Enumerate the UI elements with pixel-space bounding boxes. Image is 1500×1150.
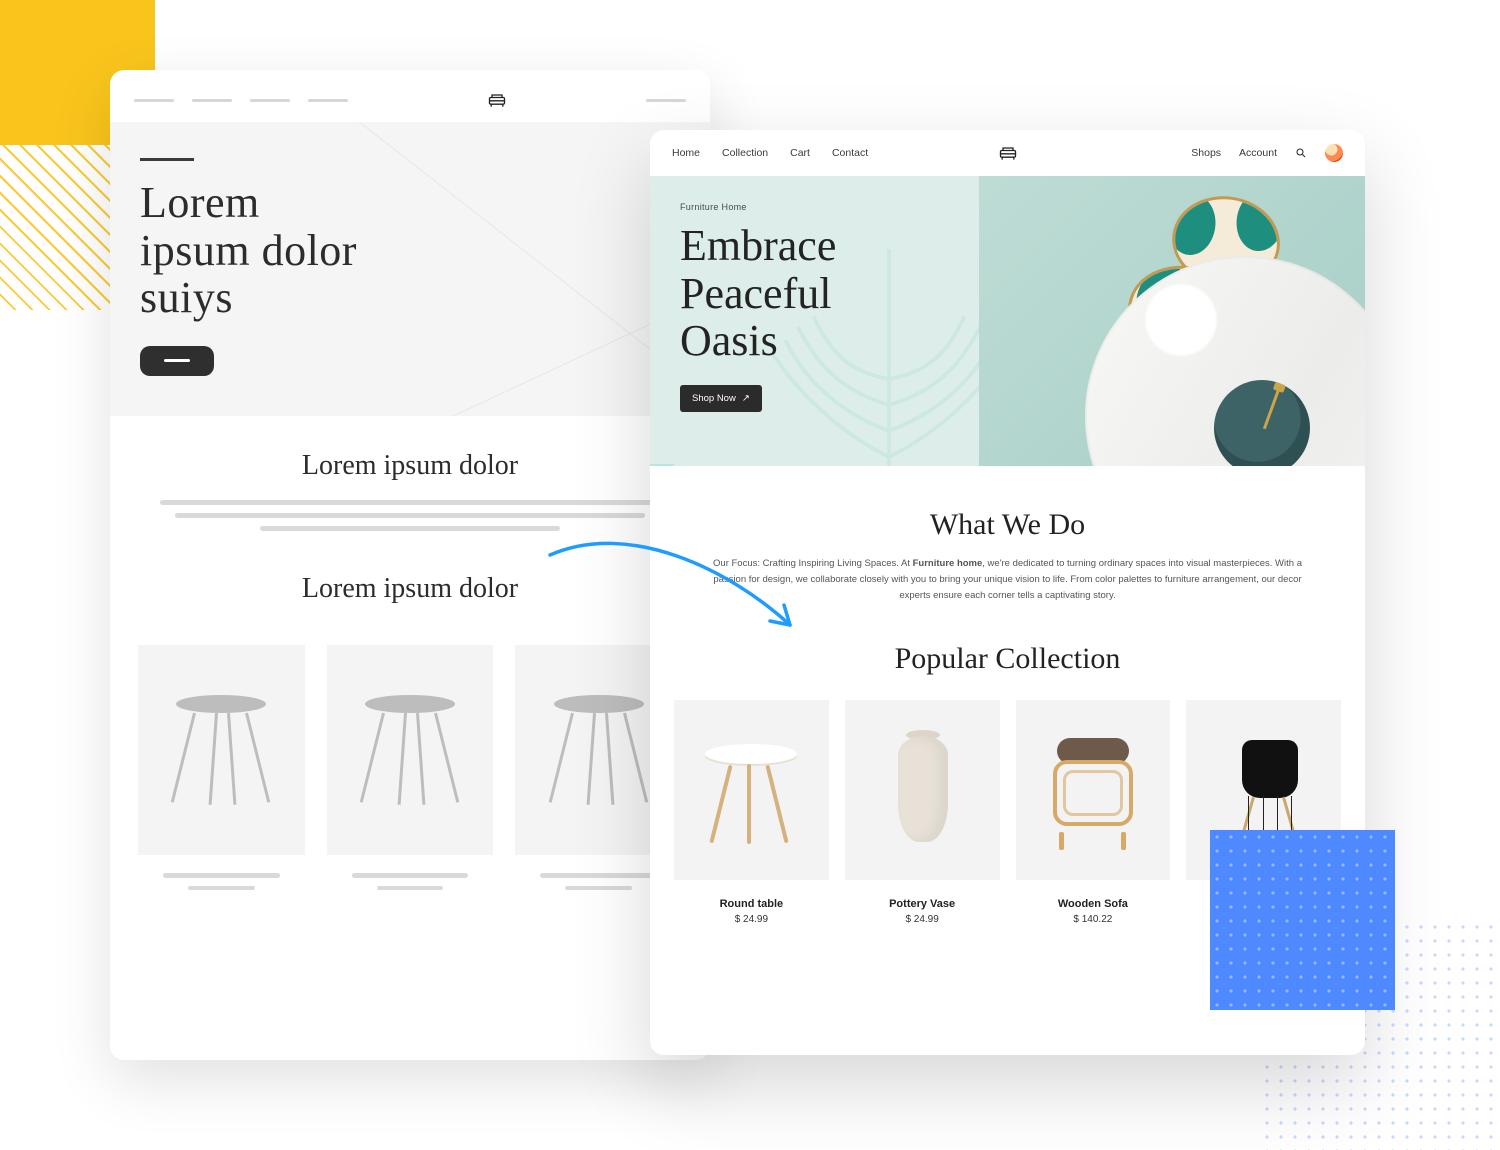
nav-account[interactable]: Account [1239, 147, 1277, 159]
nav-cart[interactable]: Cart [790, 147, 810, 159]
nav-contact[interactable]: Contact [832, 147, 868, 159]
nav-collection[interactable]: Collection [722, 147, 768, 159]
section-title: What We Do [700, 508, 1315, 542]
product-card[interactable]: Round table $ 24.99 [674, 700, 829, 925]
plate [1214, 380, 1310, 466]
vase-icon [872, 730, 972, 850]
hero-copy: Furniture Home Embrace Peaceful Oasis Sh… [650, 176, 979, 466]
section-body: Our Focus: Crafting Inspiring Living Spa… [700, 556, 1315, 604]
nav-placeholder [192, 99, 232, 102]
accent-line [140, 158, 194, 161]
wireframe-product-card [327, 645, 494, 890]
product-card[interactable]: Pottery Vase $ 24.99 [845, 700, 1000, 925]
shop-now-label: Shop Now [692, 393, 736, 404]
nav-placeholder [646, 99, 686, 102]
wireframe-product-grid [110, 623, 710, 890]
table-sketch-icon [173, 695, 269, 805]
table-sketch-icon [362, 695, 458, 805]
round-table-icon [701, 730, 801, 850]
wireframe-text-lines [110, 500, 710, 531]
product-name: Wooden Sofa [1016, 898, 1171, 910]
nav-placeholder [308, 99, 348, 102]
nav-placeholder [134, 99, 174, 102]
table-sketch-icon [551, 695, 647, 805]
deco-blue-square [1210, 830, 1395, 1010]
product-name: Pottery Vase [845, 898, 1000, 910]
sofa-icon [998, 145, 1018, 161]
product-price: $ 24.99 [674, 914, 829, 925]
wireframe-card: Lorem ipsum dolor suiys Lorem ipsum dolo… [110, 70, 710, 1060]
sofa-icon [487, 92, 507, 108]
wireframe-cta-button[interactable] [140, 346, 214, 376]
nav-shops[interactable]: Shops [1191, 147, 1221, 159]
product-price: $ 24.99 [845, 914, 1000, 925]
product-card[interactable]: Wooden Sofa $ 140.22 [1016, 700, 1171, 925]
accent-squares [650, 450, 674, 466]
arrow-icon: ↗ [742, 393, 750, 404]
hero-eyebrow: Furniture Home [680, 202, 979, 212]
search-icon[interactable] [1295, 147, 1307, 159]
avatar[interactable] [1325, 144, 1343, 162]
what-we-do: What We Do Our Focus: Crafting Inspiring… [650, 466, 1365, 614]
stool-icon [1043, 730, 1143, 850]
nav-home[interactable]: Home [672, 147, 700, 159]
product-price: $ 140.22 [1016, 914, 1171, 925]
wireframe-section-title: Lorem ipsum dolor [110, 573, 710, 605]
hero-image [979, 176, 1365, 466]
wireframe-product-card [138, 645, 305, 890]
wireframe-section-title: Lorem ipsum dolor [110, 450, 710, 482]
section-title: Popular Collection [674, 642, 1341, 676]
site-nav: Home Collection Cart Contact Shops Accou… [650, 130, 1365, 176]
product-name: Round table [674, 898, 829, 910]
wireframe-hero: Lorem ipsum dolor suiys [110, 122, 710, 416]
hero-title: Embrace Peaceful Oasis [680, 222, 979, 365]
hero: Furniture Home Embrace Peaceful Oasis Sh… [650, 176, 1365, 466]
shop-now-button[interactable]: Shop Now ↗ [680, 385, 762, 412]
wireframe-hero-title: Lorem ipsum dolor suiys [140, 179, 680, 322]
nav-placeholder [250, 99, 290, 102]
wireframe-nav [110, 70, 710, 122]
